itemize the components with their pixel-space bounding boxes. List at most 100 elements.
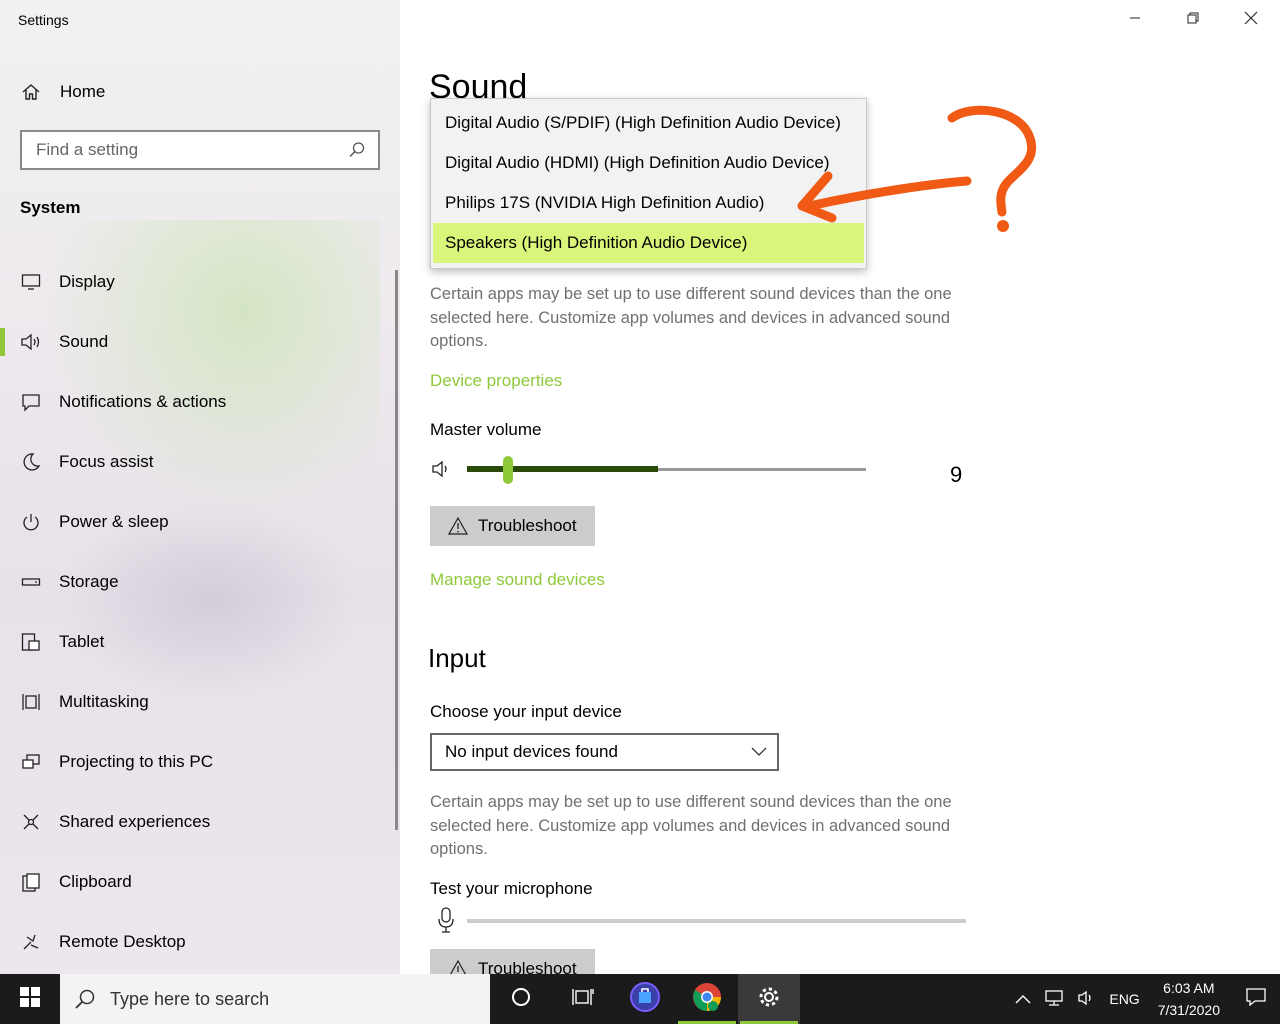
sidebar-item-storage[interactable]: Storage [0, 552, 396, 612]
sidebar-item-focus-assist[interactable]: Focus assist [0, 432, 396, 492]
sidebar-item-label: Tablet [59, 632, 105, 651]
manage-sound-devices-link[interactable]: Manage sound devices [430, 570, 605, 590]
close-icon [1244, 11, 1258, 30]
sidebar-item-label: Remote Desktop [59, 932, 186, 951]
sidebar-item-label: Clipboard [59, 872, 132, 891]
taskbar-app-store[interactable] [614, 974, 676, 1024]
microphone-level-bar [467, 919, 966, 923]
close-button[interactable] [1222, 0, 1280, 40]
clock[interactable]: 6:03 AM 7/31/2020 [1146, 977, 1232, 1021]
home-nav-item[interactable]: Home [20, 80, 105, 104]
sidebar-item-clipboard[interactable]: Clipboard [0, 852, 396, 912]
notification-icon [20, 391, 42, 413]
chevron-up-icon [1015, 991, 1031, 1007]
search-icon[interactable] [348, 141, 366, 159]
sidebar-scrollbar[interactable] [395, 270, 398, 830]
output-description: Certain apps may be set up to use differ… [430, 285, 952, 350]
output-device-option-selected[interactable]: Speakers (High Definition Audio Device) [433, 223, 864, 263]
find-setting-input[interactable] [36, 140, 348, 160]
input-description: Certain apps may be set up to use differ… [430, 793, 952, 858]
show-hidden-icons-button[interactable] [1009, 974, 1037, 1024]
sidebar-item-sound[interactable]: Sound [0, 312, 396, 372]
output-device-option[interactable]: Digital Audio (HDMI) (High Definition Au… [431, 143, 866, 183]
sidebar-item-tablet[interactable]: Tablet [0, 612, 396, 672]
tablet-icon [20, 631, 42, 653]
volume-tray-icon [1077, 989, 1097, 1010]
section-title-system: System [20, 198, 81, 217]
sidebar-item-shared-experiences[interactable]: Shared experiences [0, 792, 396, 852]
cortana-icon [510, 986, 532, 1013]
speaker-icon [20, 331, 42, 353]
sidebar-item-notifications[interactable]: Notifications & actions [0, 372, 396, 432]
sidebar-item-multitasking[interactable]: Multitasking [0, 672, 396, 732]
taskbar-app-settings[interactable] [738, 974, 800, 1024]
cortana-button[interactable] [490, 974, 552, 1024]
taskbar-app-chrome[interactable] [676, 974, 738, 1024]
window-controls [1106, 0, 1280, 40]
input-heading: Input [428, 643, 486, 673]
sidebar-item-label: Projecting to this PC [59, 752, 214, 771]
sidebar-item-label: Storage [59, 572, 119, 591]
chrome-icon [691, 981, 723, 1018]
sidebar-item-label: Multitasking [59, 692, 149, 711]
restore-button[interactable] [1164, 0, 1222, 40]
input-device-label: Choose your input device [430, 702, 622, 721]
windows-logo-icon [20, 986, 40, 1012]
sidebar: Settings Home System Display Sound Notif… [0, 0, 400, 974]
output-device-option[interactable]: Philips 17S (NVIDIA High Definition Audi… [431, 183, 866, 223]
clipboard-icon [20, 871, 42, 893]
gear-icon [756, 984, 782, 1015]
troubleshoot-input-button[interactable]: Troubleshoot [430, 949, 595, 974]
microphone-icon [436, 906, 456, 939]
home-label: Home [60, 82, 106, 101]
sidebar-item-label: Display [59, 272, 115, 291]
search-icon [74, 988, 96, 1010]
volume-icon[interactable] [430, 458, 454, 482]
sidebar-nav: Display Sound Notifications & actions Fo… [0, 252, 396, 972]
chevron-down-icon [751, 742, 767, 762]
warning-icon [448, 516, 468, 536]
action-center-icon [1246, 987, 1266, 1011]
sidebar-item-power-sleep[interactable]: Power & sleep [0, 492, 396, 552]
input-device-select[interactable]: No input devices found [430, 733, 779, 771]
taskbar-search[interactable]: Type here to search [60, 974, 490, 1024]
troubleshoot-label: Troubleshoot [478, 516, 577, 535]
network-icon [1043, 989, 1065, 1010]
task-view-button[interactable] [552, 974, 614, 1024]
power-icon [20, 511, 42, 533]
sidebar-item-remote-desktop[interactable]: Remote Desktop [0, 912, 396, 972]
minimize-button[interactable] [1106, 0, 1164, 40]
start-button[interactable] [0, 974, 60, 1024]
output-device-option[interactable]: Digital Audio (S/PDIF) (High Definition … [431, 103, 866, 143]
master-volume-thumb[interactable] [503, 456, 513, 484]
multitasking-icon [20, 691, 42, 713]
find-setting-search[interactable] [20, 130, 380, 170]
input-device-value: No input devices found [445, 742, 618, 761]
sidebar-item-display[interactable]: Display [0, 252, 396, 312]
storage-icon [20, 571, 42, 593]
system-tray: ENG 6:03 AM 7/31/2020 [1009, 974, 1280, 1024]
task-view-icon [571, 986, 595, 1013]
sidebar-item-label: Notifications & actions [59, 392, 227, 411]
language-indicator[interactable]: ENG [1103, 974, 1145, 1024]
sidebar-item-projecting[interactable]: Projecting to this PC [0, 732, 396, 792]
action-center-button[interactable] [1232, 974, 1280, 1024]
network-button[interactable] [1037, 974, 1071, 1024]
volume-tray-button[interactable] [1071, 974, 1103, 1024]
minimize-icon [1129, 11, 1141, 29]
sidebar-item-label: Sound [59, 332, 109, 351]
master-volume-value: 9 [950, 462, 963, 487]
display-icon [20, 271, 42, 293]
troubleshoot-button[interactable]: Troubleshoot [430, 506, 595, 546]
device-properties-link[interactable]: Device properties [430, 371, 562, 391]
sidebar-item-label: Shared experiences [59, 812, 211, 831]
master-volume-label: Master volume [430, 420, 542, 439]
app-title: Settings [18, 12, 69, 28]
master-volume-fill [467, 466, 658, 472]
master-volume-row: 9 [430, 452, 990, 488]
taskbar-search-placeholder: Type here to search [110, 988, 270, 1009]
test-microphone-label: Test your microphone [430, 879, 593, 898]
troubleshoot-label: Troubleshoot [478, 959, 577, 974]
restore-icon [1187, 11, 1199, 29]
sidebar-item-label: Power & sleep [59, 512, 169, 531]
